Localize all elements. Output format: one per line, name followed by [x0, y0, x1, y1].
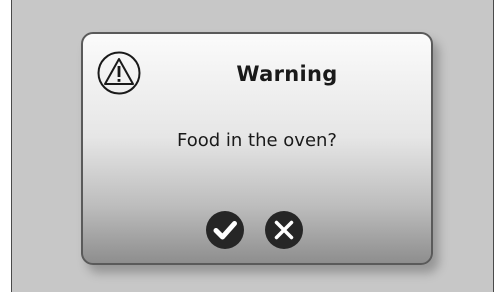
- close-icon: [274, 220, 294, 240]
- warning-triangle-icon: [97, 51, 141, 95]
- cancel-button[interactable]: [265, 211, 303, 249]
- check-icon: [213, 221, 237, 240]
- warning-dialog: Warning Food in the oven?: [81, 32, 433, 265]
- confirm-button[interactable]: [206, 211, 244, 249]
- dialog-title: Warning: [236, 62, 338, 86]
- dialog-message: Food in the oven?: [177, 130, 337, 151]
- device-screen: Warning Food in the oven?: [11, 0, 494, 292]
